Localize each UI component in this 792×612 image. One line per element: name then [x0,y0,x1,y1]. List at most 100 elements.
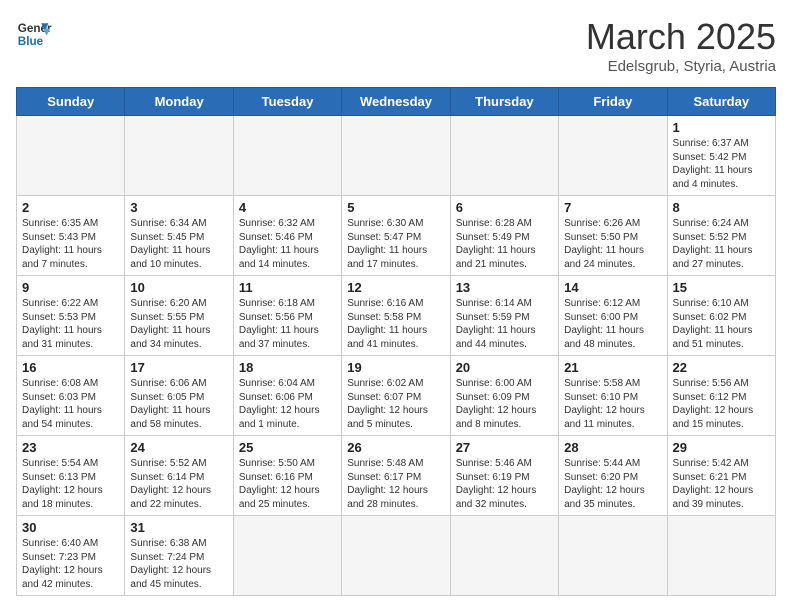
calendar-cell: 1Sunrise: 6:37 AM Sunset: 5:42 PM Daylig… [667,116,775,196]
calendar-cell [125,116,233,196]
calendar-cell: 9 Sunrise: 6:22 AM Sunset: 5:53 PM Daylig… [17,276,125,356]
day-info: Sunrise: 6:02 AM Sunset: 6:07 PM Dayligh… [347,377,444,431]
day-number: 10 [130,280,227,295]
calendar-cell: 15Sunrise: 6:10 AM Sunset: 6:02 PM Dayli… [667,276,775,356]
svg-text:Blue: Blue [18,35,44,48]
day-number: 26 [347,440,444,455]
logo: General Blue [16,16,52,52]
day-info: Sunrise: 6:34 AM Sunset: 5:45 PM Dayligh… [130,217,227,271]
calendar-week-6: 30 Sunrise: 6:40 AM Sunset: 7:23 PM Dayli… [17,516,776,596]
day-info: Sunrise: 5:50 AM Sunset: 6:16 PM Dayligh… [239,457,336,511]
day-info: Sunrise: 6:38 AM Sunset: 7:24 PM Dayligh… [130,537,227,591]
calendar-cell: 19 Sunrise: 6:02 AM Sunset: 6:07 PM Dayli… [342,356,450,436]
day-number: 2 [22,200,119,215]
day-info: Sunrise: 6:06 AM Sunset: 6:05 PM Dayligh… [130,377,227,431]
calendar-cell: 24 Sunrise: 5:52 AM Sunset: 6:14 PM Dayli… [125,436,233,516]
day-number: 25 [239,440,336,455]
calendar-cell [342,516,450,596]
day-info: Sunrise: 6:22 AM Sunset: 5:53 PM Dayligh… [22,297,119,351]
calendar-cell: 11 Sunrise: 6:18 AM Sunset: 5:56 PM Dayli… [233,276,341,356]
logo-icon: General Blue [16,16,52,52]
calendar-cell: 22 Sunrise: 5:56 AM Sunset: 6:12 PM Dayli… [667,356,775,436]
calendar-title: March 2025 [586,16,776,58]
day-info: Sunrise: 6:18 AM Sunset: 5:56 PM Dayligh… [239,297,336,351]
calendar-cell [17,116,125,196]
calendar-cell: 29 Sunrise: 5:42 AM Sunset: 6:21 PM Dayli… [667,436,775,516]
calendar-cell: 6Sunrise: 6:28 AM Sunset: 5:49 PM Daylig… [450,196,558,276]
day-info: Sunrise: 6:26 AM Sunset: 5:50 PM Dayligh… [564,217,661,271]
day-number: 9 [22,280,119,295]
day-info: Sunrise: 5:42 AM Sunset: 6:21 PM Dayligh… [673,457,770,511]
calendar-cell [233,116,341,196]
day-info: Sunrise: 6:10 AM Sunset: 6:02 PM Dayligh… [673,297,770,351]
calendar-cell: 21 Sunrise: 5:58 AM Sunset: 6:10 PM Dayli… [559,356,667,436]
calendar-week-2: 2 Sunrise: 6:35 AM Sunset: 5:43 PM Daylig… [17,196,776,276]
day-number: 28 [564,440,661,455]
day-info: Sunrise: 6:12 AM Sunset: 6:00 PM Dayligh… [564,297,661,351]
calendar-cell [450,116,558,196]
day-info: Sunrise: 6:20 AM Sunset: 5:55 PM Dayligh… [130,297,227,351]
calendar-cell [667,516,775,596]
day-info: Sunrise: 6:16 AM Sunset: 5:58 PM Dayligh… [347,297,444,351]
day-info: Sunrise: 5:48 AM Sunset: 6:17 PM Dayligh… [347,457,444,511]
col-saturday: Saturday [667,88,775,116]
day-number: 8 [673,200,770,215]
day-number: 14 [564,280,661,295]
day-number: 24 [130,440,227,455]
day-number: 11 [239,280,336,295]
col-friday: Friday [559,88,667,116]
calendar-cell: 10 Sunrise: 6:20 AM Sunset: 5:55 PM Dayli… [125,276,233,356]
calendar-cell: 7Sunrise: 6:26 AM Sunset: 5:50 PM Daylig… [559,196,667,276]
day-info: Sunrise: 6:04 AM Sunset: 6:06 PM Dayligh… [239,377,336,431]
day-number: 22 [673,360,770,375]
day-info: Sunrise: 6:28 AM Sunset: 5:49 PM Dayligh… [456,217,553,271]
calendar-week-3: 9 Sunrise: 6:22 AM Sunset: 5:53 PM Daylig… [17,276,776,356]
calendar-cell: 27Sunrise: 5:46 AM Sunset: 6:19 PM Dayli… [450,436,558,516]
calendar-cell: 25 Sunrise: 5:50 AM Sunset: 6:16 PM Dayli… [233,436,341,516]
calendar-cell [450,516,558,596]
day-info: Sunrise: 5:58 AM Sunset: 6:10 PM Dayligh… [564,377,661,431]
calendar-week-4: 16Sunrise: 6:08 AM Sunset: 6:03 PM Dayli… [17,356,776,436]
calendar-cell: 18 Sunrise: 6:04 AM Sunset: 6:06 PM Dayli… [233,356,341,436]
day-info: Sunrise: 5:54 AM Sunset: 6:13 PM Dayligh… [22,457,119,511]
calendar-cell [342,116,450,196]
day-info: Sunrise: 6:08 AM Sunset: 6:03 PM Dayligh… [22,377,119,431]
col-monday: Monday [125,88,233,116]
col-sunday: Sunday [17,88,125,116]
calendar-cell: 8Sunrise: 6:24 AM Sunset: 5:52 PM Daylig… [667,196,775,276]
day-number: 21 [564,360,661,375]
day-number: 3 [130,200,227,215]
day-number: 18 [239,360,336,375]
day-number: 29 [673,440,770,455]
day-info: Sunrise: 5:56 AM Sunset: 6:12 PM Dayligh… [673,377,770,431]
calendar-cell: 3 Sunrise: 6:34 AM Sunset: 5:45 PM Daylig… [125,196,233,276]
day-number: 4 [239,200,336,215]
page-header: General Blue March 2025 Edelsgrub, Styri… [16,16,776,75]
calendar-cell: 14 Sunrise: 6:12 AM Sunset: 6:00 PM Dayli… [559,276,667,356]
header-row: Sunday Monday Tuesday Wednesday Thursday… [17,88,776,116]
day-info: Sunrise: 6:35 AM Sunset: 5:43 PM Dayligh… [22,217,119,271]
calendar-cell: 5Sunrise: 6:30 AM Sunset: 5:47 PM Daylig… [342,196,450,276]
day-number: 30 [22,520,119,535]
day-number: 5 [347,200,444,215]
calendar-body: 1Sunrise: 6:37 AM Sunset: 5:42 PM Daylig… [17,116,776,596]
calendar-cell: 28 Sunrise: 5:44 AM Sunset: 6:20 PM Dayli… [559,436,667,516]
day-info: Sunrise: 5:52 AM Sunset: 6:14 PM Dayligh… [130,457,227,511]
calendar-week-5: 23 Sunrise: 5:54 AM Sunset: 6:13 PM Dayli… [17,436,776,516]
calendar-cell: 26 Sunrise: 5:48 AM Sunset: 6:17 PM Dayli… [342,436,450,516]
col-tuesday: Tuesday [233,88,341,116]
day-info: Sunrise: 6:40 AM Sunset: 7:23 PM Dayligh… [22,537,119,591]
calendar-cell: 23 Sunrise: 5:54 AM Sunset: 6:13 PM Dayli… [17,436,125,516]
col-wednesday: Wednesday [342,88,450,116]
day-info: Sunrise: 5:44 AM Sunset: 6:20 PM Dayligh… [564,457,661,511]
day-number: 1 [673,120,770,135]
day-number: 17 [130,360,227,375]
day-number: 13 [456,280,553,295]
calendar-subtitle: Edelsgrub, Styria, Austria [586,58,776,75]
calendar-cell: 12Sunrise: 6:16 AM Sunset: 5:58 PM Dayli… [342,276,450,356]
calendar-week-1: 1Sunrise: 6:37 AM Sunset: 5:42 PM Daylig… [17,116,776,196]
day-number: 19 [347,360,444,375]
col-thursday: Thursday [450,88,558,116]
calendar-cell: 4Sunrise: 6:32 AM Sunset: 5:46 PM Daylig… [233,196,341,276]
day-number: 23 [22,440,119,455]
